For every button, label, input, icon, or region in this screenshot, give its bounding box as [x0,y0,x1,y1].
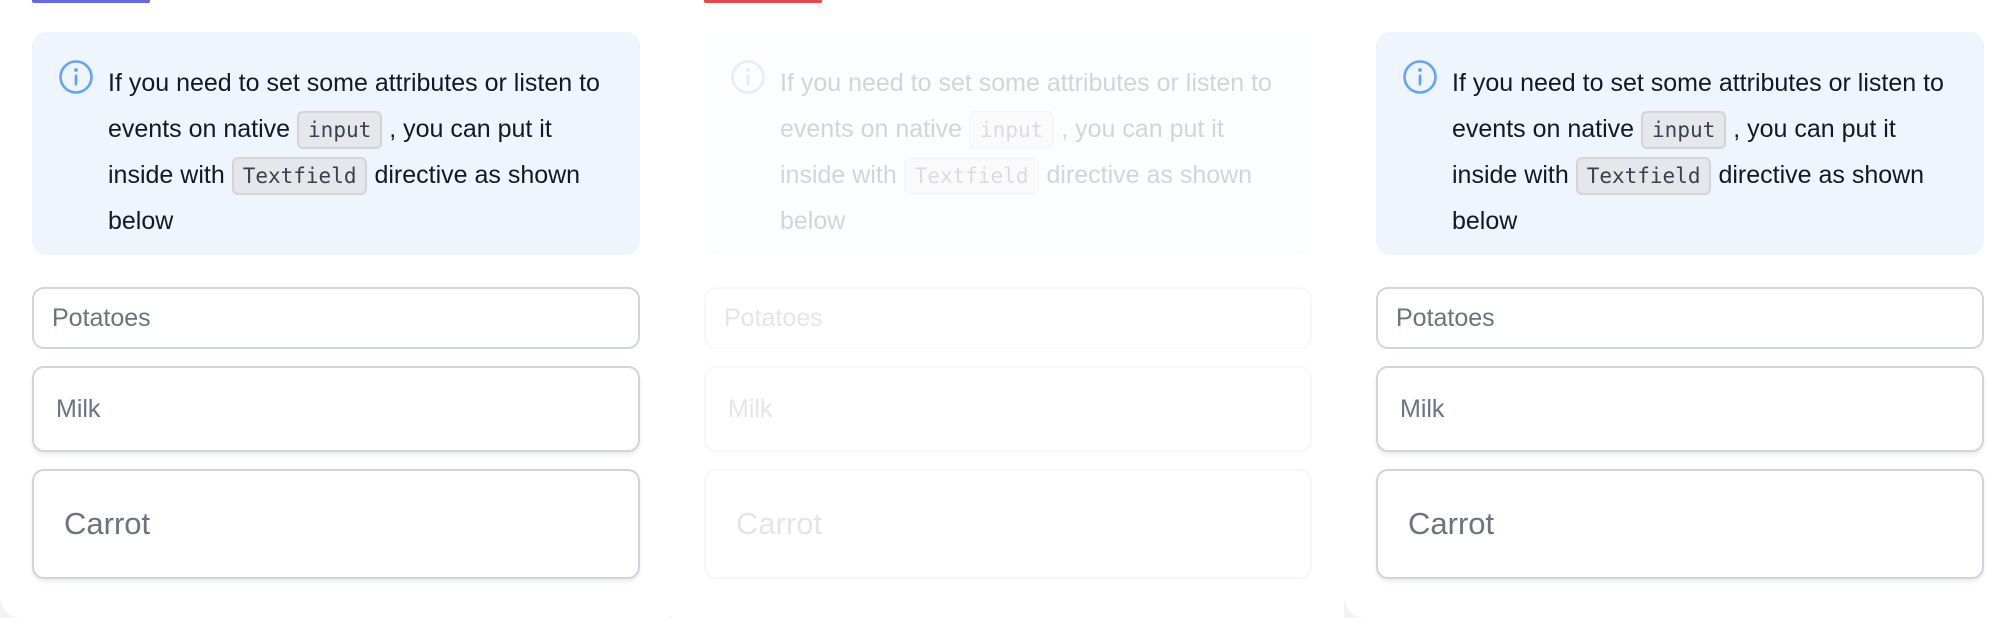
textfield-medium[interactable]: Milk [704,366,1312,452]
info-text: If you need to set some attributes or li… [1452,60,1944,244]
panel-2-tab-indicator [704,0,822,3]
code-input: input [969,111,1055,150]
textfield-large-placeholder: Carrot [736,506,823,541]
textfield-large-placeholder: Carrot [1408,506,1495,541]
code-textfield: Textfield [1575,157,1712,196]
textfield-medium-placeholder: Milk [56,395,101,423]
textfield-large[interactable]: Carrot [704,469,1312,579]
code-input: input [1641,111,1727,150]
panel-1-tab-indicator [32,0,150,3]
textfield-small[interactable]: Potatoes [704,287,1312,349]
info-text: If you need to set some attributes or li… [780,60,1272,244]
info-icon [1403,60,1437,94]
textfield-small[interactable]: Potatoes [1376,287,1984,349]
panel-2-content: If you need to set some attributes or li… [704,32,1312,579]
textfield-small-placeholder: Potatoes [52,304,151,332]
panel-1-content: If you need to set some attributes or li… [32,32,640,579]
info-icon [59,60,93,94]
example-panel-3: If you need to set some attributes or li… [1344,0,2016,618]
textfield-small-placeholder: Potatoes [724,304,823,332]
textfield-large-placeholder: Carrot [64,506,151,541]
textfield-medium-placeholder: Milk [1400,395,1445,423]
textfield-medium[interactable]: Milk [1376,366,1984,452]
info-note: If you need to set some attributes or li… [1376,32,1984,255]
info-text: If you need to set some attributes or li… [108,60,600,244]
example-panel-1: If you need to set some attributes or li… [0,0,672,618]
textfield-large[interactable]: Carrot [32,469,640,579]
info-icon [731,60,765,94]
code-input: input [297,111,383,150]
textfield-medium-placeholder: Milk [728,395,773,423]
example-panel-2: If you need to set some attributes or li… [672,0,1344,618]
info-note: If you need to set some attributes or li… [32,32,640,255]
textfield-large[interactable]: Carrot [1376,469,1984,579]
code-textfield: Textfield [903,157,1040,196]
textfield-medium[interactable]: Milk [32,366,640,452]
textfield-small[interactable]: Potatoes [32,287,640,349]
textfield-small-placeholder: Potatoes [1396,304,1495,332]
panel-3-content: If you need to set some attributes or li… [1376,32,1984,579]
info-note: If you need to set some attributes or li… [704,32,1312,255]
code-textfield: Textfield [231,157,368,196]
